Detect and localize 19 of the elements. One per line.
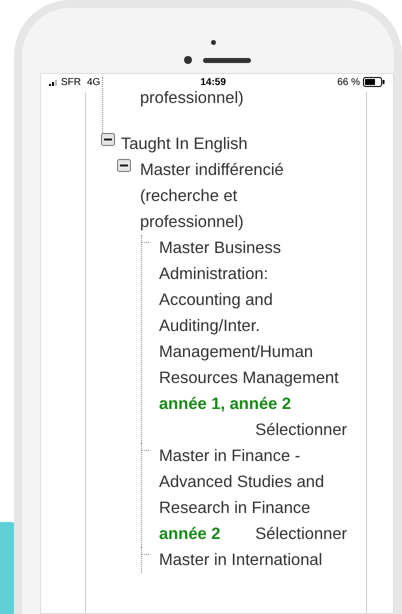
select-link[interactable]: Sélectionner [255,417,347,443]
program-name: Master in Finance - Advanced Studies and Research in Finance [159,446,326,519]
year-levels: année 2 [159,524,220,545]
network-type: 4G [87,76,100,90]
select-link[interactable]: Sélectionner [255,521,347,547]
tree-node[interactable]: Taught In English [121,131,299,157]
battery-icon [363,77,385,87]
program-name: Master in International [159,550,324,571]
collapse-icon[interactable] [117,159,131,172]
signal-icon [49,78,59,86]
carrier-name: SFR [61,76,81,90]
program-name: Master Business Administration: Accounting and Auditing/Inter. Management/Human Resources Management [159,238,340,389]
clock: 14:59 [200,76,226,90]
year-levels: année 1, année 2 [159,394,292,415]
collapse-icon[interactable] [101,133,115,146]
tree-node[interactable]: Master indifférencié (recherche et professionnel) [140,157,318,235]
tree-label: professionnel) [140,88,245,109]
speaker-icon [203,58,251,63]
battery-percent: 66 % [337,76,360,90]
